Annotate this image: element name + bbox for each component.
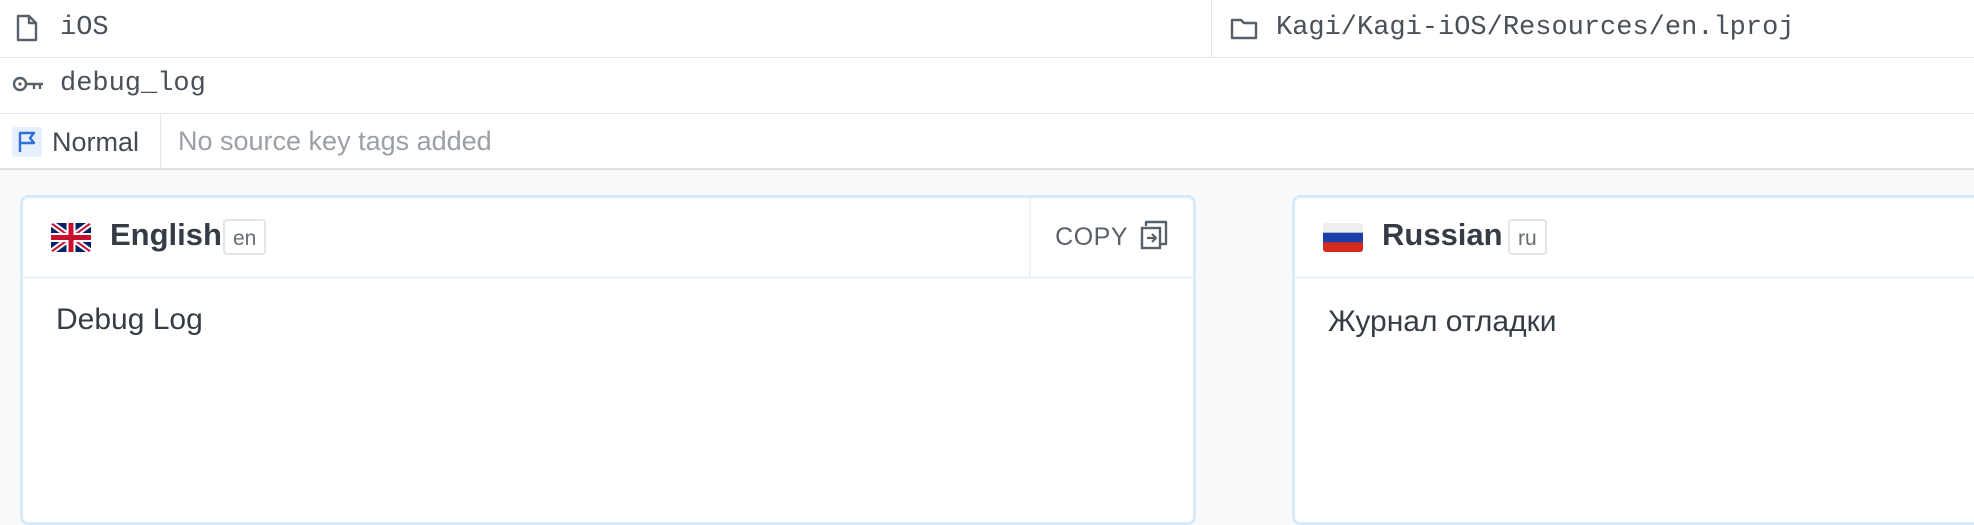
copy-button[interactable]: COPY bbox=[1029, 198, 1193, 276]
path-label: Kagi/Kagi-iOS/Resources/en.lproj bbox=[1276, 13, 1795, 43]
source-text: Debug Log bbox=[56, 303, 203, 336]
source-language-name: English bbox=[110, 217, 222, 252]
flag-icon bbox=[12, 127, 42, 157]
copy-label: COPY bbox=[1055, 222, 1128, 251]
uk-flag-icon bbox=[51, 223, 91, 252]
key-name[interactable]: debug_log bbox=[60, 69, 206, 99]
platform-cell[interactable]: iOS bbox=[0, 0, 1211, 57]
key-icon bbox=[12, 73, 46, 100]
file-info-row: iOS Kagi/Kagi-iOS/Resources/en.lproj bbox=[0, 0, 1974, 58]
target-text-editor[interactable]: Журнал отладки bbox=[1328, 305, 1557, 339]
tags-placeholder[interactable]: No source key tags added bbox=[178, 126, 492, 157]
priority-selector[interactable]: Normal bbox=[0, 114, 161, 168]
key-row: debug_log bbox=[0, 58, 1974, 114]
target-language-code: ru bbox=[1508, 219, 1547, 255]
path-cell[interactable]: Kagi/Kagi-iOS/Resources/en.lproj bbox=[1211, 0, 1974, 57]
target-translation-card: Russian ru Журнал отладки bbox=[1292, 195, 1974, 525]
platform-label: iOS bbox=[60, 13, 109, 43]
russia-flag-icon bbox=[1323, 223, 1363, 252]
source-translation-card: English en COPY Debug Log bbox=[20, 195, 1196, 525]
priority-label: Normal bbox=[52, 127, 140, 157]
tags-row: Normal No source key tags added bbox=[0, 114, 1974, 170]
target-card-header: Russian ru bbox=[1295, 198, 1974, 279]
file-icon bbox=[16, 14, 38, 47]
source-card-header: English en COPY bbox=[23, 198, 1193, 279]
target-language-name: Russian bbox=[1382, 217, 1503, 252]
copy-icon bbox=[1140, 220, 1168, 255]
folder-icon bbox=[1230, 16, 1258, 45]
source-language-code: en bbox=[223, 219, 267, 255]
